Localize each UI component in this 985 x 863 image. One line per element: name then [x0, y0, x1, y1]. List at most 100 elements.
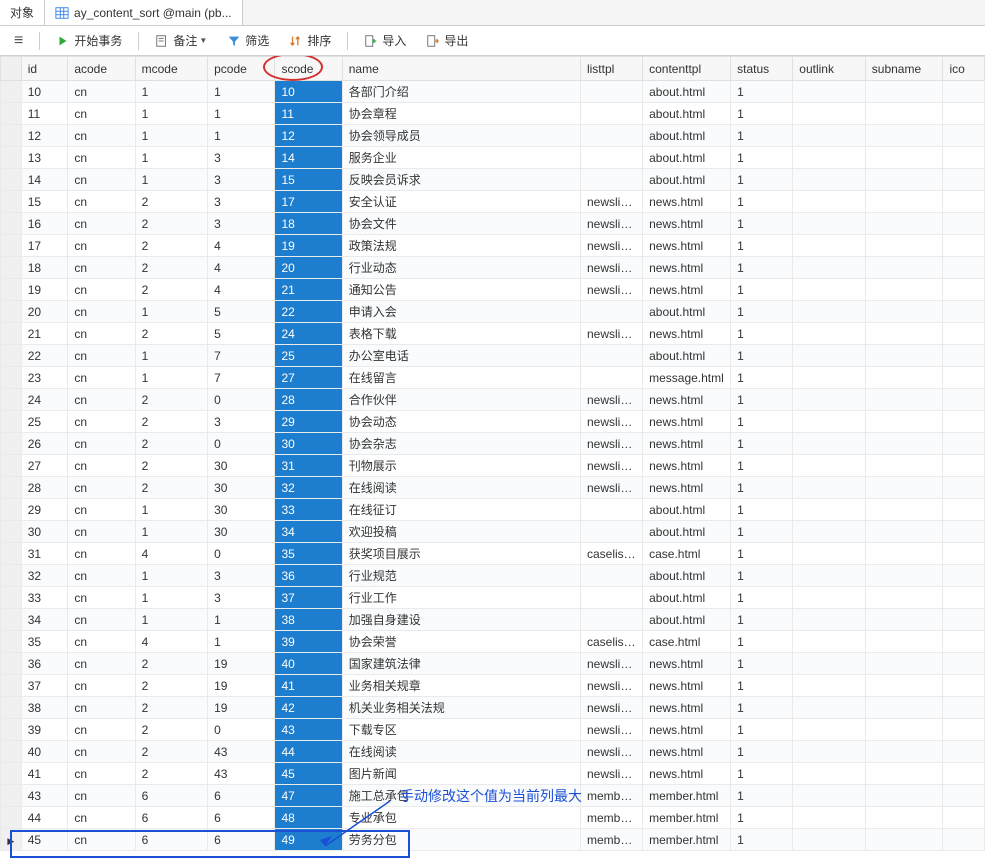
- cell-name[interactable]: 合作伙伴: [342, 389, 580, 411]
- cell-listtpl[interactable]: memberlis: [580, 829, 642, 851]
- cell-outlink[interactable]: [793, 785, 866, 807]
- cell-name[interactable]: 各部门介绍: [342, 81, 580, 103]
- row-header[interactable]: [1, 719, 22, 741]
- cell-acode[interactable]: cn: [68, 829, 135, 851]
- cell-listtpl[interactable]: newslist.ht: [580, 389, 642, 411]
- table-row[interactable]: 45cn6649劳务分包memberlismember.html1: [1, 829, 985, 851]
- row-header[interactable]: [1, 147, 22, 169]
- cell-scode[interactable]: 31: [275, 455, 342, 477]
- cell-listtpl[interactable]: [580, 609, 642, 631]
- row-header[interactable]: [1, 367, 22, 389]
- cell-mcode[interactable]: 2: [135, 697, 208, 719]
- row-header[interactable]: [1, 125, 22, 147]
- table-row[interactable]: 37cn21941业务相关规章newslist.htnews.html1: [1, 675, 985, 697]
- cell-status[interactable]: 1: [731, 433, 793, 455]
- cell-contenttpl[interactable]: news.html: [643, 433, 731, 455]
- cell-acode[interactable]: cn: [68, 631, 135, 653]
- cell-listtpl[interactable]: [580, 367, 642, 389]
- cell-name[interactable]: 在线征订: [342, 499, 580, 521]
- cell-mcode[interactable]: 1: [135, 81, 208, 103]
- cell-name[interactable]: 机关业务相关法规: [342, 697, 580, 719]
- column-header-acode[interactable]: acode: [68, 57, 135, 81]
- cell-mcode[interactable]: 2: [135, 279, 208, 301]
- cell-listtpl[interactable]: [580, 345, 642, 367]
- cell-acode[interactable]: cn: [68, 235, 135, 257]
- cell-outlink[interactable]: [793, 389, 866, 411]
- cell-scode[interactable]: 49: [275, 829, 342, 851]
- cell-scode[interactable]: 11: [275, 103, 342, 125]
- cell-status[interactable]: 1: [731, 257, 793, 279]
- cell-mcode[interactable]: 6: [135, 807, 208, 829]
- column-header-outlink[interactable]: outlink: [793, 57, 866, 81]
- cell-ico[interactable]: [943, 609, 985, 631]
- cell-name[interactable]: 通知公告: [342, 279, 580, 301]
- cell-name[interactable]: 安全认证: [342, 191, 580, 213]
- cell-outlink[interactable]: [793, 103, 866, 125]
- cell-name[interactable]: 申请入会: [342, 301, 580, 323]
- row-header[interactable]: [1, 345, 22, 367]
- cell-scode[interactable]: 44: [275, 741, 342, 763]
- cell-subname[interactable]: [865, 301, 943, 323]
- cell-outlink[interactable]: [793, 279, 866, 301]
- cell-contenttpl[interactable]: about.html: [643, 81, 731, 103]
- cell-id[interactable]: 33: [21, 587, 68, 609]
- cell-acode[interactable]: cn: [68, 389, 135, 411]
- cell-acode[interactable]: cn: [68, 367, 135, 389]
- cell-id[interactable]: 41: [21, 763, 68, 785]
- cell-scode[interactable]: 24: [275, 323, 342, 345]
- table-row[interactable]: 35cn4139协会荣誉caselist.htrcase.html1: [1, 631, 985, 653]
- cell-pcode[interactable]: 0: [208, 543, 275, 565]
- cell-status[interactable]: 1: [731, 807, 793, 829]
- table-row[interactable]: 33cn1337行业工作about.html1: [1, 587, 985, 609]
- row-header[interactable]: [1, 741, 22, 763]
- cell-id[interactable]: 30: [21, 521, 68, 543]
- row-header[interactable]: [1, 81, 22, 103]
- cell-mcode[interactable]: 1: [135, 565, 208, 587]
- cell-pcode[interactable]: 4: [208, 235, 275, 257]
- cell-listtpl[interactable]: [580, 169, 642, 191]
- cell-scode[interactable]: 32: [275, 477, 342, 499]
- cell-name[interactable]: 刊物展示: [342, 455, 580, 477]
- cell-pcode[interactable]: 30: [208, 521, 275, 543]
- cell-pcode[interactable]: 0: [208, 433, 275, 455]
- cell-name[interactable]: 协会荣誉: [342, 631, 580, 653]
- cell-listtpl[interactable]: [580, 147, 642, 169]
- row-header[interactable]: [1, 653, 22, 675]
- cell-mcode[interactable]: 2: [135, 675, 208, 697]
- cell-outlink[interactable]: [793, 411, 866, 433]
- cell-subname[interactable]: [865, 587, 943, 609]
- cell-id[interactable]: 19: [21, 279, 68, 301]
- cell-acode[interactable]: cn: [68, 213, 135, 235]
- cell-id[interactable]: 15: [21, 191, 68, 213]
- table-row[interactable]: 39cn2043下载专区newslist.htnews.html1: [1, 719, 985, 741]
- cell-ico[interactable]: [943, 675, 985, 697]
- row-header[interactable]: [1, 477, 22, 499]
- cell-name[interactable]: 在线阅读: [342, 477, 580, 499]
- cell-listtpl[interactable]: caselist.htr: [580, 543, 642, 565]
- cell-id[interactable]: 34: [21, 609, 68, 631]
- cell-scode[interactable]: 42: [275, 697, 342, 719]
- table-row[interactable]: 43cn6647施工总承包memberlismember.html1: [1, 785, 985, 807]
- cell-ico[interactable]: [943, 213, 985, 235]
- cell-subname[interactable]: [865, 323, 943, 345]
- cell-status[interactable]: 1: [731, 741, 793, 763]
- cell-mcode[interactable]: 6: [135, 829, 208, 851]
- cell-pcode[interactable]: 1: [208, 81, 275, 103]
- cell-status[interactable]: 1: [731, 631, 793, 653]
- cell-subname[interactable]: [865, 675, 943, 697]
- cell-scode[interactable]: 47: [275, 785, 342, 807]
- cell-contenttpl[interactable]: news.html: [643, 719, 731, 741]
- cell-subname[interactable]: [865, 807, 943, 829]
- cell-acode[interactable]: cn: [68, 499, 135, 521]
- table-row[interactable]: 20cn1522申请入会about.html1: [1, 301, 985, 323]
- cell-acode[interactable]: cn: [68, 741, 135, 763]
- cell-contenttpl[interactable]: about.html: [643, 301, 731, 323]
- cell-listtpl[interactable]: newslist.ht: [580, 763, 642, 785]
- cell-contenttpl[interactable]: news.html: [643, 257, 731, 279]
- cell-acode[interactable]: cn: [68, 191, 135, 213]
- cell-subname[interactable]: [865, 763, 943, 785]
- cell-contenttpl[interactable]: news.html: [643, 697, 731, 719]
- cell-listtpl[interactable]: memberlis: [580, 785, 642, 807]
- cell-mcode[interactable]: 1: [135, 367, 208, 389]
- cell-status[interactable]: 1: [731, 587, 793, 609]
